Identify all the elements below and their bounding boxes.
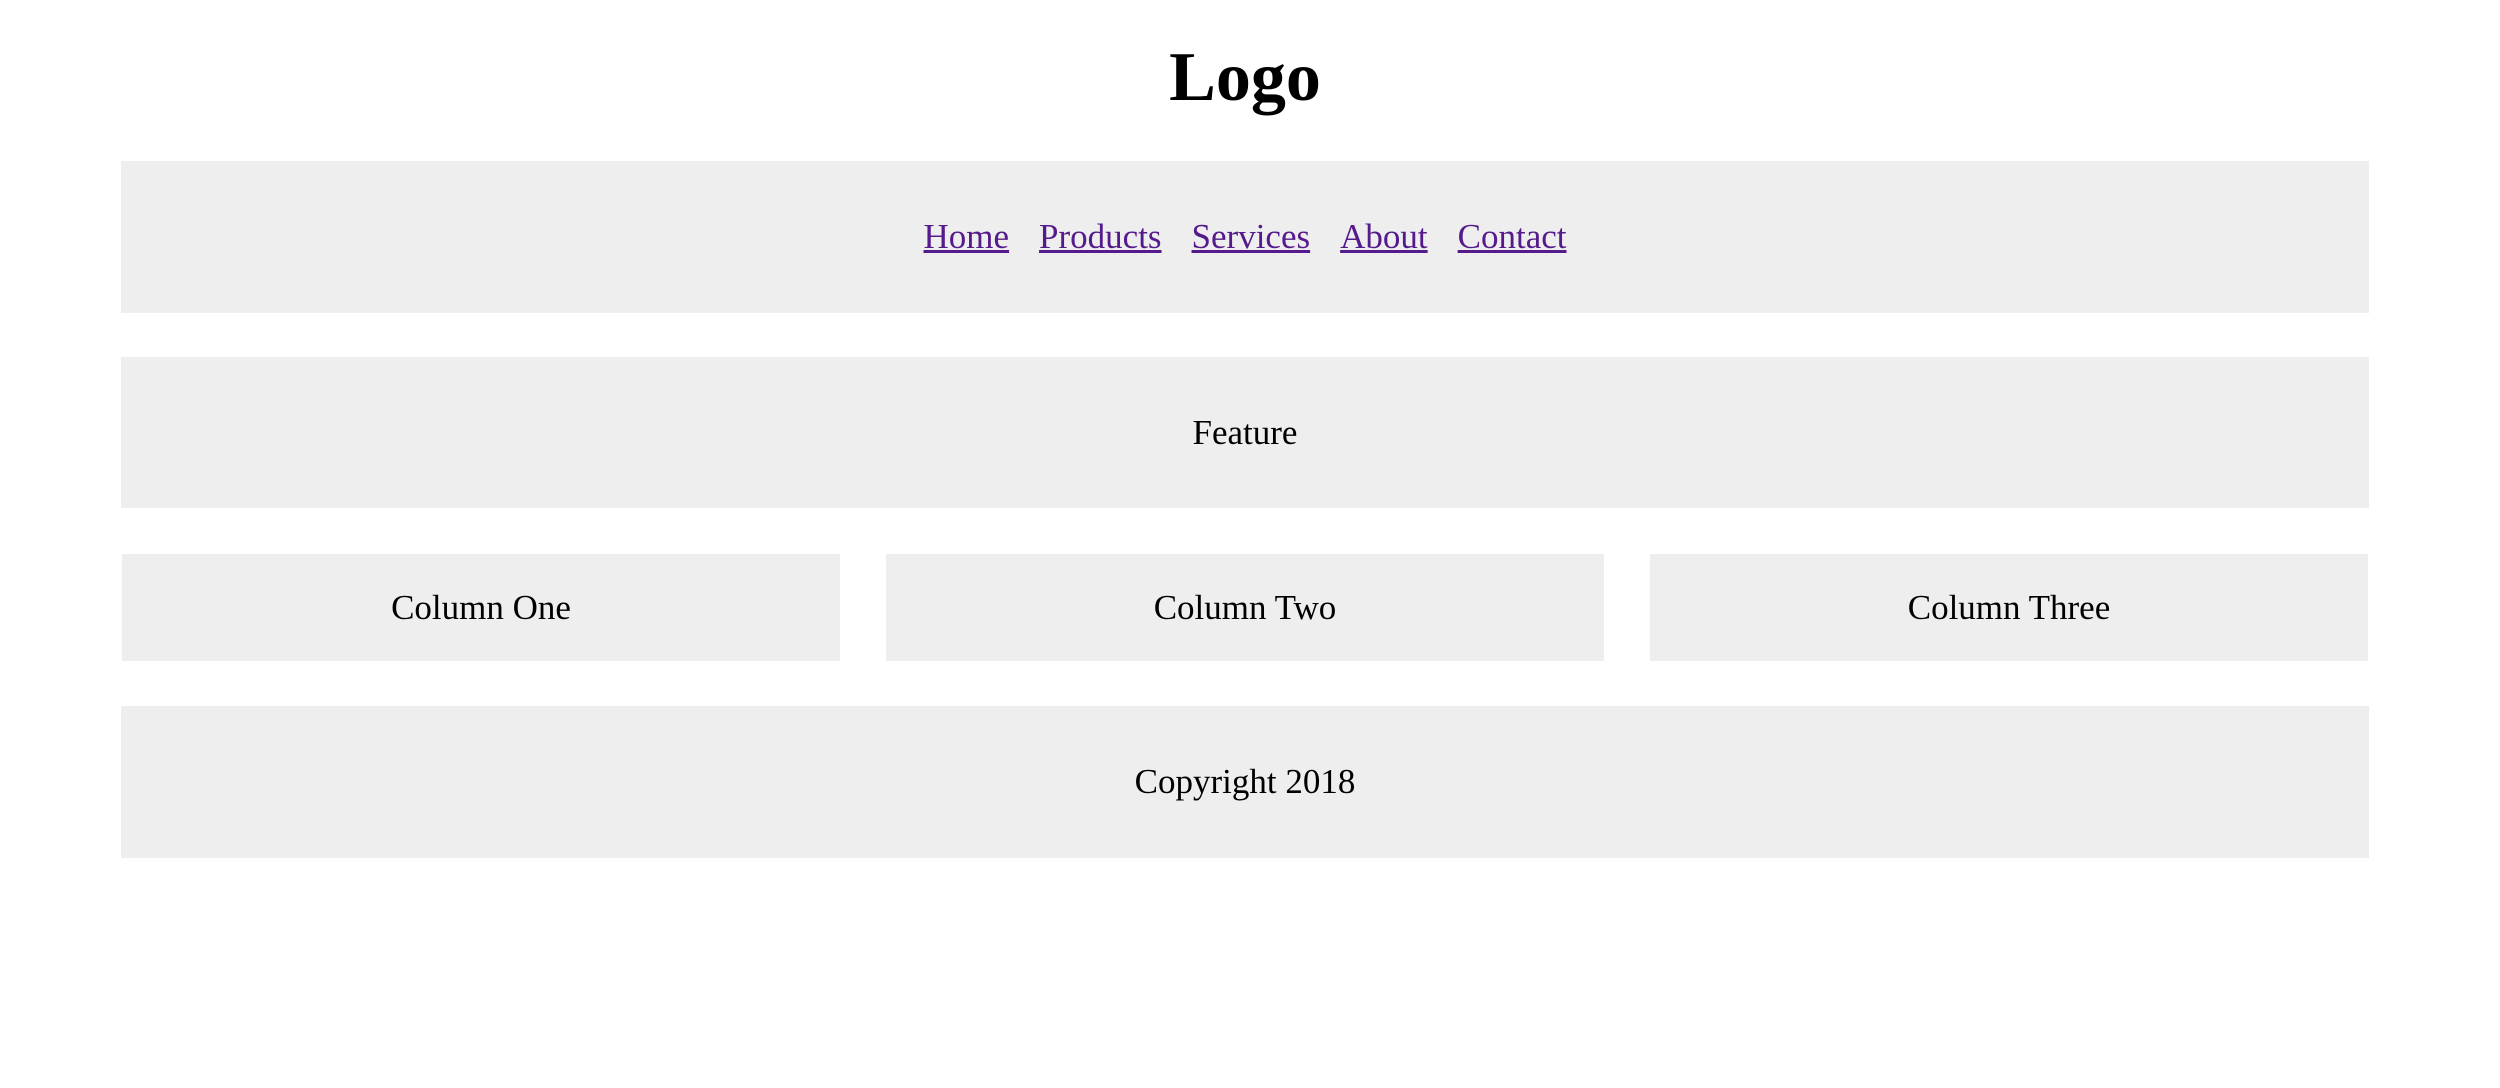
- column-one: Column One: [122, 554, 840, 661]
- copyright-text: Copyright 2018: [1134, 762, 1356, 801]
- main-nav: Home Products Services About Contact: [121, 161, 2369, 313]
- footer: Copyright 2018: [121, 706, 2369, 858]
- column-three: Column Three: [1650, 554, 2368, 661]
- feature-section: Feature: [121, 357, 2369, 508]
- nav-link-home[interactable]: Home: [924, 217, 1010, 257]
- logo: Logo: [1169, 39, 1321, 116]
- column-two-text: Column Two: [1153, 587, 1337, 627]
- feature-text: Feature: [1192, 412, 1298, 452]
- column-one-text: Column One: [391, 587, 571, 627]
- nav-link-contact[interactable]: Contact: [1458, 217, 1567, 257]
- nav-link-about[interactable]: About: [1340, 217, 1428, 257]
- nav-link-services[interactable]: Services: [1192, 217, 1311, 257]
- nav-link-products[interactable]: Products: [1039, 217, 1162, 257]
- column-two: Column Two: [886, 554, 1604, 661]
- column-three-text: Column Three: [1907, 587, 2111, 627]
- page: Logo Home Products Services About Contac…: [0, 0, 2500, 1088]
